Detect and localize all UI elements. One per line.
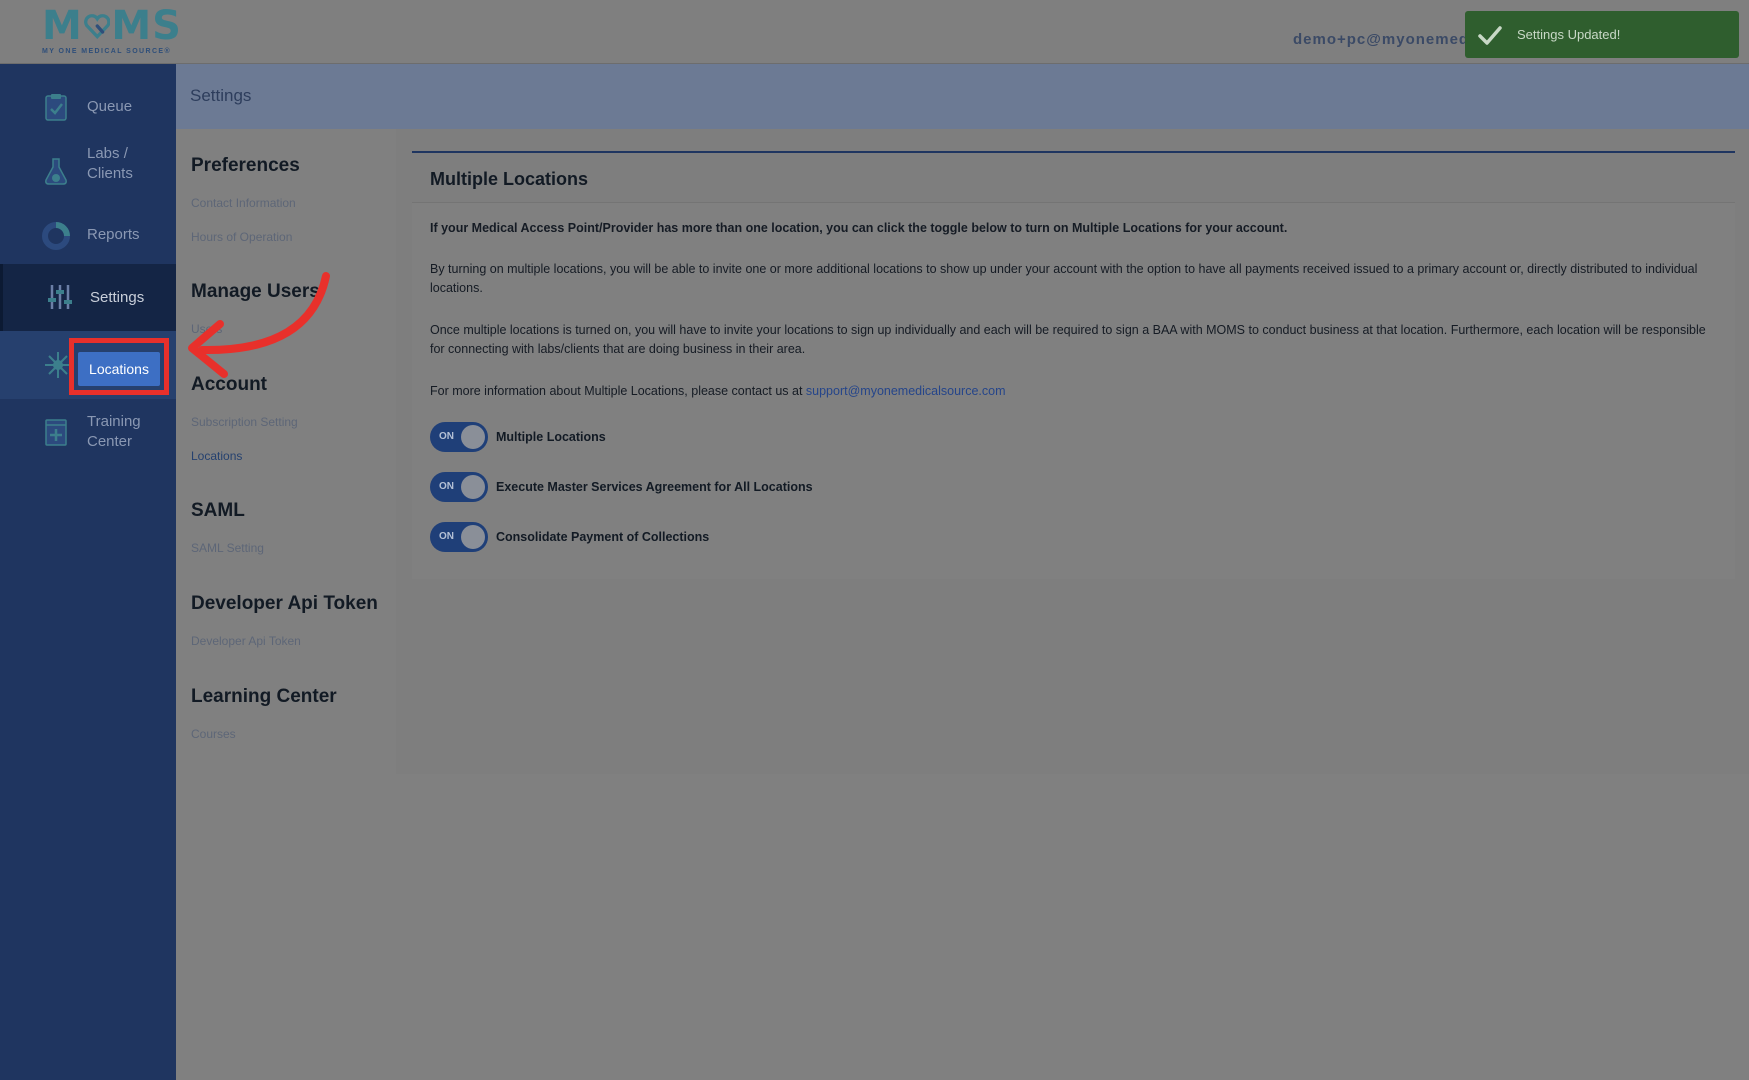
toast-message: Settings Updated! (1517, 27, 1621, 42)
sidebar-item-labs-clients[interactable]: Labs / Clients (0, 137, 176, 207)
logo-tagline: MY ONE MEDICAL SOURCE® (42, 48, 172, 55)
settings-link-hours-of-operation[interactable]: Hours of Operation (191, 230, 292, 244)
toggle-row-master-services: ON Execute Master Services Agreement for… (430, 472, 813, 502)
sidebar-item-training-center[interactable]: Training Center (0, 399, 176, 469)
toggle-label: Consolidate Payment of Collections (496, 530, 710, 544)
toggle-state: ON (439, 481, 454, 492)
settings-link-courses[interactable]: Courses (191, 727, 236, 741)
page-header (176, 64, 1749, 129)
sidebar-item-label: Queue (87, 98, 133, 115)
sidebar-item-label: Training Center (87, 413, 141, 450)
multiple-locations-toggle[interactable]: ON (430, 422, 488, 452)
settings-updated-toast: Settings Updated! (1465, 11, 1739, 58)
sidebar-item-reports[interactable]: Reports (0, 207, 176, 264)
settings-section-developer-api-token: Developer Api Token (191, 593, 378, 614)
toggle-label: Execute Master Services Agreement for Al… (496, 480, 813, 494)
paragraph-invite: Once multiple locations is turned on, yo… (430, 323, 1706, 356)
annotation-highlight-box (69, 338, 169, 395)
sidebar-item-label: Labs / Clients (87, 145, 133, 182)
toggle-row-consolidate-payment: ON Consolidate Payment of Collections (430, 522, 709, 552)
sidebar-item-label: Reports (87, 226, 140, 243)
book-plus-icon (45, 419, 67, 446)
toggle-state: ON (439, 531, 454, 542)
user-email[interactable]: demo+pc@myonemed (1293, 31, 1469, 48)
settings-link-locations[interactable]: Locations (191, 449, 242, 463)
sidebar-item-queue[interactable]: Queue (0, 77, 176, 137)
toggle-state: ON (439, 431, 454, 442)
toggle-knob (461, 525, 485, 549)
heart-icon (83, 14, 111, 40)
checkmark-icon (1478, 25, 1502, 45)
support-email-link[interactable]: support@myonemedicalsource.com (806, 384, 1006, 398)
multiple-locations-card: Multiple Locations If your Medical Acces… (412, 151, 1735, 579)
settings-link-subscription-setting[interactable]: Subscription Setting (191, 415, 298, 429)
toggle-row-multiple-locations: ON Multiple Locations (430, 422, 606, 452)
contact-text: For more information about Multiple Loca… (430, 382, 1720, 401)
donut-chart-icon (42, 222, 70, 250)
settings-link-developer-api-token[interactable]: Developer Api Token (191, 634, 301, 648)
sliders-icon (48, 285, 72, 309)
logo-wordmark: M MS (42, 3, 182, 49)
settings-section-saml: SAML (191, 500, 245, 521)
settings-link-contact-information[interactable]: Contact Information (191, 196, 296, 210)
settings-section-learning-center: Learning Center (191, 686, 337, 707)
contact-prefix: For more information about Multiple Loca… (430, 384, 806, 398)
toggle-knob (461, 475, 485, 499)
card-header: Multiple Locations (412, 153, 1735, 203)
flask-icon (45, 158, 67, 185)
paragraph-payments: By turning on multiple locations, you wi… (430, 262, 1698, 295)
sidebar-item-label: Settings (90, 289, 145, 306)
consolidate-payment-toggle[interactable]: ON (430, 522, 488, 552)
toggle-label: Multiple Locations (496, 430, 606, 444)
page-title: Settings (190, 86, 252, 105)
moms-logo[interactable]: M MS MY ONE MEDICAL SOURCE® (42, 6, 182, 58)
card-title: Multiple Locations (430, 169, 589, 189)
sidebar-item-settings[interactable]: Settings (0, 264, 176, 331)
master-services-toggle[interactable]: ON (430, 472, 488, 502)
intro-text: If your Medical Access Point/Provider ha… (430, 221, 1288, 235)
settings-link-saml-setting[interactable]: SAML Setting (191, 541, 264, 555)
toggle-knob (461, 425, 485, 449)
clipboard-check-icon (45, 94, 67, 121)
annotation-arrow-icon (188, 272, 330, 378)
settings-section-preferences: Preferences (191, 155, 300, 176)
